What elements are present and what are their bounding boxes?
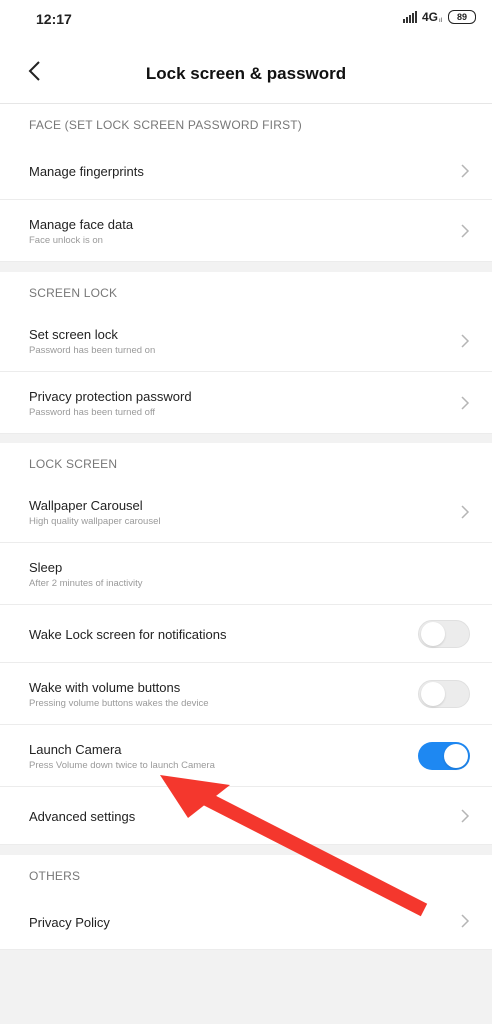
section-label: OTHERS: [29, 869, 81, 883]
sleep-row[interactable]: Sleep After 2 minutes of inactivity: [0, 543, 492, 605]
chevron-right-icon: [461, 505, 470, 519]
page-title: Lock screen & password: [145, 64, 347, 83]
launch-camera-toggle[interactable]: [418, 742, 470, 770]
wake-notifications-toggle[interactable]: [418, 620, 470, 648]
manage-fingerprints-row[interactable]: Manage fingerprints: [0, 142, 492, 200]
row-subtitle: Face unlock is on: [29, 235, 103, 246]
toggle-knob: [421, 622, 445, 646]
row-subtitle: Password has been turned off: [29, 407, 156, 418]
wake-volume-buttons-row[interactable]: Wake with volume buttons Pressing volume…: [0, 663, 492, 725]
chevron-right-icon: [461, 164, 470, 178]
network-type: 4G: [421, 10, 438, 24]
battery-level: 89: [456, 12, 467, 22]
chevron-right-icon: [461, 334, 470, 348]
toggle-knob: [421, 682, 445, 706]
chevron-right-icon: [461, 914, 470, 928]
battery-icon: 89: [448, 10, 476, 24]
status-time: 12:17: [36, 11, 72, 27]
row-subtitle: Pressing volume buttons wakes the device: [29, 698, 209, 709]
row-title: Sleep: [29, 560, 63, 575]
row-subtitle: Password has been turned on: [29, 345, 156, 356]
row-title: Wake with volume buttons: [29, 680, 181, 695]
section-label: FACE (SET LOCK SCREEN PASSWORD FIRST): [29, 118, 302, 132]
row-subtitle: After 2 minutes of inactivity: [29, 578, 143, 589]
wake-volume-toggle[interactable]: [418, 680, 470, 708]
launch-camera-row[interactable]: Launch Camera Press Volume down twice to…: [0, 725, 492, 787]
privacy-protection-password-row[interactable]: Privacy protection password Password has…: [0, 372, 492, 434]
status-bar: 12:17 4G ıl 89: [0, 0, 492, 40]
row-subtitle: High quality wallpaper carousel: [29, 516, 161, 527]
row-title: Set screen lock: [29, 327, 118, 342]
row-title: Wake Lock screen for notifications: [29, 627, 227, 642]
row-title: Manage face data: [29, 217, 134, 232]
status-indicators: 4G ıl 89: [402, 10, 476, 24]
row-title: Manage fingerprints: [29, 164, 144, 179]
row-title: Privacy protection password: [29, 389, 192, 404]
chevron-right-icon: [461, 396, 470, 410]
chevron-right-icon: [461, 809, 470, 823]
privacy-policy-row[interactable]: Privacy Policy: [0, 893, 492, 950]
row-title: Launch Camera: [29, 742, 122, 757]
section-lock-screen: LOCK SCREEN: [0, 443, 492, 482]
section-label: LOCK SCREEN: [29, 457, 118, 471]
toggle-knob: [444, 744, 468, 768]
section-face: FACE (SET LOCK SCREEN PASSWORD FIRST): [0, 104, 492, 143]
network-activity-icon: ıl: [439, 18, 442, 24]
header: Lock screen & password: [0, 40, 492, 104]
wake-notifications-row[interactable]: Wake Lock screen for notifications: [0, 605, 492, 663]
section-others: OTHERS: [0, 855, 492, 894]
section-label: SCREEN LOCK: [29, 286, 118, 300]
chevron-right-icon: [461, 224, 470, 238]
row-subtitle: Press Volume down twice to launch Camera: [29, 760, 215, 771]
signal-icon: [402, 11, 417, 23]
wallpaper-carousel-row[interactable]: Wallpaper Carousel High quality wallpape…: [0, 481, 492, 543]
row-title: Advanced settings: [29, 809, 136, 824]
set-screen-lock-row[interactable]: Set screen lock Password has been turned…: [0, 310, 492, 372]
advanced-settings-row[interactable]: Advanced settings: [0, 787, 492, 845]
row-title: Wallpaper Carousel: [29, 498, 143, 513]
section-screen-lock: SCREEN LOCK: [0, 272, 492, 311]
row-title: Privacy Policy: [29, 915, 110, 930]
manage-face-data-row[interactable]: Manage face data Face unlock is on: [0, 200, 492, 262]
